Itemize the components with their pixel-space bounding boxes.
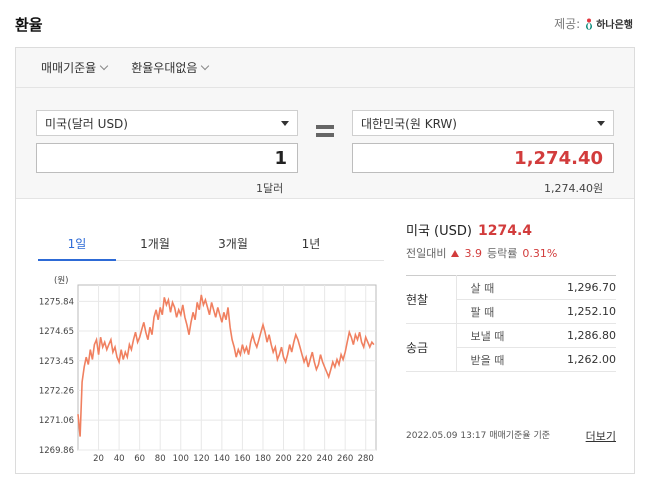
preferential-label: 환율우대없음 — [131, 61, 198, 75]
dropdown-arrow-icon — [597, 120, 605, 126]
send-label: 보낼 때 — [456, 323, 536, 348]
rate-info: 미국 (USD) 1274.4 전일대비 3.9 등락률 0.31% 현찰 살 … — [406, 220, 616, 372]
footnote: 2022.05.09 13:17 매매기준율 기준 더보기 — [406, 428, 616, 444]
rates-table: 현찰 살 때 1,296.70 팔 때 1,252.10 송금 보낼 때 1,2… — [406, 275, 616, 372]
more-link[interactable]: 더보기 — [586, 428, 616, 444]
prev-day-label: 전일대비 — [406, 247, 447, 260]
x-tick-label: 160 — [234, 454, 250, 463]
preferential-dropdown[interactable]: 환율우대없음 — [131, 59, 210, 76]
receive-value: 1,262.00 — [535, 347, 616, 372]
buy-label: 살 때 — [456, 275, 536, 300]
current-rate: 1274.4 — [477, 223, 533, 239]
remit-group-label: 송금 — [406, 323, 457, 372]
from-amount-text: 1달러 — [256, 182, 284, 195]
from-amount-input[interactable]: 1 — [36, 143, 298, 173]
x-tick-label: 280 — [358, 454, 374, 463]
tab-1day[interactable]: 1일 — [38, 223, 116, 261]
table-row: 현찰 살 때 1,296.70 — [406, 275, 616, 324]
tab-3months[interactable]: 3개월 — [194, 223, 272, 260]
to-amount-text: 1,274.40원 — [544, 182, 604, 195]
y-tick-label: 1271.06 — [39, 416, 74, 426]
chevron-down-icon — [99, 61, 109, 71]
x-tick-label: 140 — [214, 454, 230, 463]
to-currency-select[interactable]: 대한민국(원 KRW) — [352, 110, 614, 136]
buy-value: 1,296.70 — [535, 275, 616, 300]
x-tick-label: 100 — [173, 454, 189, 463]
rate-chart-svg: 1275.84 1274.65 1273.45 1272.26 1271.06 1269.… — [39, 276, 377, 473]
provider-info: 제공: 하나은행 — [554, 15, 633, 32]
chevron-down-icon — [201, 61, 210, 71]
hana-logo-icon — [586, 18, 593, 30]
to-currency-label: 대한민국(원 KRW) — [361, 116, 457, 131]
x-tick-label: 80 — [155, 454, 166, 463]
cash-group-label: 현찰 — [406, 275, 457, 324]
sell-value: 1,252.10 — [535, 299, 616, 324]
x-tick-label: 240 — [317, 454, 333, 463]
x-tick-label: 20 — [93, 454, 104, 463]
currency-converter: 미국(달러 USD) 1 1달러 대한민국(원 KRW) 1,274.40 1,… — [16, 88, 634, 199]
x-tick-label: 260 — [337, 454, 353, 463]
page-title: 환율 — [15, 16, 43, 34]
timestamp-text: 2022.05.09 13:17 매매기준율 기준 — [406, 431, 551, 441]
table-row: 송금 보낼 때 1,286.80 — [406, 323, 616, 372]
from-currency-select[interactable]: 미국(달러 USD) — [36, 110, 298, 136]
dropdown-arrow-icon — [281, 120, 289, 126]
pct-value: 0.31% — [522, 246, 558, 260]
up-triangle-icon — [451, 249, 460, 257]
y-axis-label: (원) — [54, 276, 68, 286]
provider-label: 제공: — [554, 17, 581, 31]
pct-label: 등락률 — [486, 247, 518, 260]
rate-type-dropdown[interactable]: 매매기준율 — [41, 59, 109, 76]
y-tick-label: 1273.45 — [39, 357, 74, 367]
change-value: 3.9 — [464, 246, 482, 260]
period-tabs: 1일 1개월 3개월 1년 — [38, 223, 384, 261]
from-currency-label: 미국(달러 USD) — [45, 116, 128, 131]
tab-1year[interactable]: 1년 — [272, 223, 350, 260]
hana-bank-logo: 하나은행 — [584, 16, 633, 31]
equals-icon — [316, 125, 334, 141]
to-amount-input[interactable]: 1,274.40 — [352, 143, 614, 173]
rate-chart: 1275.84 1274.65 1273.45 1272.26 1271.06 1269.… — [36, 273, 386, 473]
country-label: 미국 (USD) — [406, 224, 472, 239]
tab-1month[interactable]: 1개월 — [116, 223, 194, 260]
rate-type-label: 매매기준율 — [41, 61, 97, 75]
x-tick-label: 220 — [296, 454, 312, 463]
y-tick-label: 1269.86 — [39, 446, 74, 456]
y-tick-label: 1272.26 — [39, 386, 74, 396]
y-tick-label: 1274.65 — [39, 327, 74, 337]
x-tick-label: 120 — [193, 454, 209, 463]
y-tick-label: 1275.84 — [39, 297, 74, 307]
sell-label: 팔 때 — [456, 299, 536, 324]
send-value: 1,286.80 — [535, 323, 616, 348]
receive-label: 받을 때 — [456, 347, 536, 372]
provider-name: 하나은행 — [596, 20, 633, 31]
x-tick-label: 200 — [275, 454, 291, 463]
options-bar: 매매기준율 환율우대없음 — [16, 48, 634, 88]
x-tick-label: 40 — [114, 454, 125, 463]
exchange-panel: 매매기준율 환율우대없음 미국(달러 USD) 1 1달러 대한민국(원 KRW… — [15, 47, 635, 474]
x-tick-label: 60 — [134, 454, 145, 463]
x-tick-label: 180 — [255, 454, 271, 463]
